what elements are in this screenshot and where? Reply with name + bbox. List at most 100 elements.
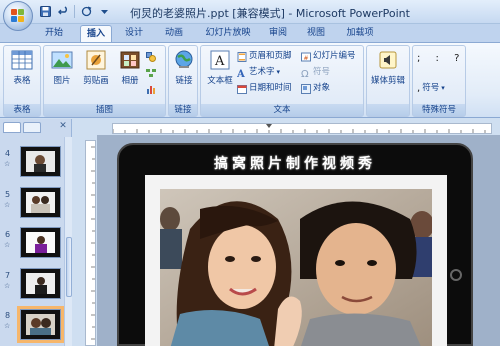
svg-text:Ω: Ω [301, 69, 309, 78]
group-special-symbols: ; : ? , 符号 ▾ 特殊符号 [412, 45, 466, 117]
device-home-button-icon [450, 269, 462, 281]
smartart-button[interactable] [146, 66, 158, 79]
chart-button[interactable] [146, 82, 158, 95]
window-title: 何炅的老婆照片.ppt [兼容模式] - Microsoft PowerPoin… [130, 7, 410, 20]
transition-star-icon: ☆ [4, 160, 11, 168]
link-button[interactable]: 链接 [170, 49, 198, 86]
media-clip-button-label: 媒体剪辑 [370, 76, 405, 86]
tab-outline-view[interactable] [23, 122, 41, 133]
slide[interactable]: 搞窝照片制作视频秀 [117, 143, 473, 346]
tab-insert[interactable]: 插入 [80, 25, 112, 42]
group-media: 媒体剪辑 [366, 45, 410, 117]
picture-icon [51, 49, 73, 71]
tab-slides-view[interactable] [3, 122, 21, 133]
object-icon [301, 83, 311, 94]
office-button[interactable] [3, 1, 33, 31]
group-label-table: 表格 [4, 104, 40, 116]
office-logo-icon [11, 9, 25, 23]
omega-symbol-icon: Ω [301, 68, 311, 80]
photo-album-button-label: 相册 [121, 76, 139, 86]
object-button[interactable]: 对象 [301, 82, 330, 95]
chart-icon [146, 84, 156, 94]
panel-tabs [3, 122, 41, 133]
slide-thumbnail[interactable] [20, 187, 61, 218]
special-symbol-dropdown-icon: ▾ [441, 84, 445, 92]
slide-number: 4 [5, 149, 11, 158]
wordart-icon: A [236, 68, 247, 80]
special-symbol-button[interactable]: , 符号 ▾ [417, 82, 445, 95]
shapes-icon [146, 51, 156, 62]
slides-panel: ✕ 4 ☆ 5 ☆ 6 ☆ 7 ☆ 8 ☆ [0, 119, 72, 346]
picture-button[interactable]: 图片 [48, 49, 76, 86]
group-label-special: 特殊符号 [413, 104, 465, 116]
media-clip-button[interactable]: 媒体剪辑 [369, 49, 407, 86]
group-label-media [367, 104, 409, 116]
group-text: A 文本框 页眉和页脚 # 幻灯片编号 A 艺术字 ▾ Ω 符号 日期和时间 对… [200, 45, 364, 117]
scrollbar-thumb[interactable] [66, 237, 72, 297]
symbol-label: 符号 [313, 67, 331, 77]
table-icon [11, 49, 33, 71]
wordart-label: 艺术字 [249, 67, 275, 77]
header-footer-icon [237, 51, 247, 62]
clipart-button[interactable]: 剪贴画 [80, 49, 112, 86]
link-button-label: 链接 [175, 76, 193, 86]
calendar-icon [237, 84, 247, 94]
clipart-button-label: 剪贴画 [83, 76, 109, 86]
wordart-button[interactable]: A 艺术字 ▾ [236, 66, 281, 80]
slide-title[interactable]: 搞窝照片制作视频秀 [119, 153, 471, 173]
slide-thumbnail[interactable] [20, 227, 61, 258]
svg-text:#: # [304, 55, 309, 62]
group-table: 表格 表格 [3, 45, 41, 117]
picture-button-label: 图片 [53, 76, 71, 86]
comma-symbol-icon: , [417, 83, 421, 94]
vertical-ruler[interactable] [85, 140, 96, 346]
textbox-icon: A [209, 49, 231, 71]
wordart-dropdown-icon: ▾ [276, 68, 281, 76]
tab-home[interactable]: 开始 [38, 25, 70, 42]
symbol-button[interactable]: Ω 符号 [301, 66, 331, 80]
svg-text:A: A [214, 54, 225, 69]
tab-review[interactable]: 审阅 [262, 25, 294, 42]
special-symbol-label: 符号 [422, 83, 440, 93]
title-bar: 何炅的老婆照片.ppt [兼容模式] - Microsoft PowerPoin… [0, 0, 500, 24]
slide-number: 6 [5, 230, 11, 239]
shapes-button[interactable] [146, 50, 158, 63]
slide-thumbnail[interactable] [20, 268, 61, 299]
transition-star-icon: ☆ [4, 282, 11, 290]
group-label-links: 链接 [169, 104, 197, 116]
horizontal-ruler[interactable] [112, 123, 492, 134]
object-label: 对象 [313, 83, 331, 93]
speaker-icon [377, 49, 399, 71]
header-footer-button[interactable]: 页眉和页脚 [237, 50, 292, 63]
group-label-text: 文本 [201, 104, 363, 116]
special-symbols-row[interactable]: ; : ? [417, 52, 465, 65]
photo-album-icon [119, 49, 141, 71]
slide-number-button[interactable]: # 幻灯片编号 [301, 50, 356, 63]
tab-addins[interactable]: 加载项 [340, 25, 380, 42]
tab-view[interactable]: 视图 [300, 25, 332, 42]
tab-slideshow[interactable]: 幻灯片放映 [200, 25, 256, 42]
tab-animations[interactable]: 动画 [158, 25, 190, 42]
slide-number: 5 [5, 190, 11, 199]
smartart-icon [146, 68, 156, 78]
group-links: 链接 链接 [168, 45, 198, 117]
globe-link-icon [173, 49, 195, 71]
tab-design[interactable]: 设计 [118, 25, 150, 42]
table-button[interactable]: 表格 [8, 49, 36, 86]
clipart-icon [85, 49, 107, 71]
group-illustrations: 图片 剪贴画 相册 插图 [43, 45, 166, 117]
close-icon[interactable]: ✕ [58, 121, 68, 131]
photo-album-button[interactable]: 相册 [116, 49, 144, 86]
couple-photo[interactable] [160, 189, 432, 346]
slide-thumbnail[interactable] [20, 146, 61, 177]
slides-panel-scrollbar[interactable] [64, 137, 72, 346]
ribbon-tabs: 开始 插入 设计 动画 幻灯片放映 审阅 视图 加载项 [0, 24, 500, 42]
transition-star-icon: ☆ [4, 241, 11, 249]
slide-thumbnail-selected[interactable] [17, 306, 64, 343]
ribbon: 表格 表格 图片 剪贴画 相册 插图 链接 链接 A 文本框 页眉和页脚 # 幻… [0, 42, 500, 118]
date-time-button[interactable]: 日期和时间 [237, 82, 292, 95]
slide-number: 8 [5, 311, 11, 320]
textbox-button[interactable]: A 文本框 [205, 49, 235, 86]
transition-star-icon: ☆ [4, 201, 11, 209]
textbox-button-label: 文本框 [207, 76, 233, 86]
